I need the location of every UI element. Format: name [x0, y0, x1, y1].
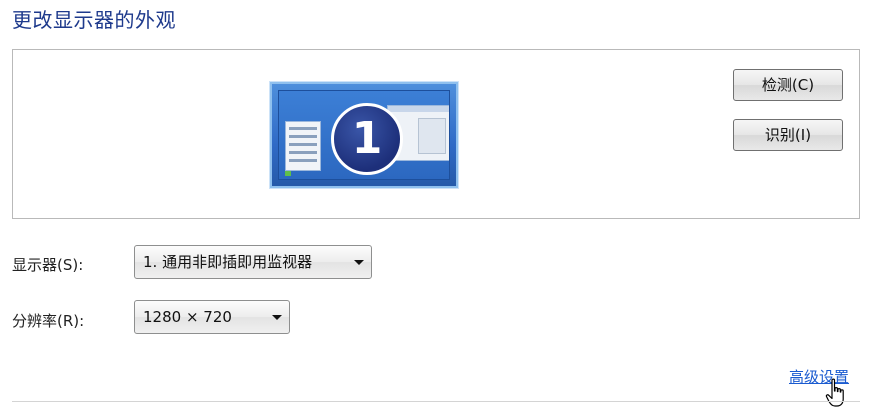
detect-button[interactable]: 检测(C) — [733, 69, 843, 101]
display-select-value: 1. 通用非即插即用监视器 — [143, 253, 313, 271]
divider — [12, 401, 860, 402]
resolution-label: 分辨率(R): — [12, 312, 85, 330]
start-button-icon — [285, 171, 291, 176]
display-settings-page: 更改显示器的外观 1 检测(C) 识别(I) 显示器(S): 1. 通用非即插即… — [0, 0, 887, 410]
chevron-down-icon — [272, 315, 282, 320]
hand-pointer-icon — [825, 378, 844, 407]
identify-button[interactable]: 识别(I) — [733, 119, 843, 151]
chevron-down-icon — [354, 260, 364, 265]
monitor-number-badge: 1 — [331, 103, 403, 175]
resolution-select-value: 1280 × 720 — [143, 308, 232, 326]
resolution-select[interactable]: 1280 × 720 — [134, 300, 290, 334]
display-select[interactable]: 1. 通用非即插即用监视器 — [134, 245, 372, 279]
display-label: 显示器(S): — [12, 256, 84, 274]
monitor-desktop: 1 — [278, 90, 450, 180]
monitor-thumbnail[interactable]: 1 — [270, 82, 458, 188]
monitor-preview-panel: 1 检测(C) 识别(I) — [12, 49, 860, 219]
page-title: 更改显示器的外观 — [12, 8, 176, 32]
mini-window-icon — [285, 121, 321, 171]
